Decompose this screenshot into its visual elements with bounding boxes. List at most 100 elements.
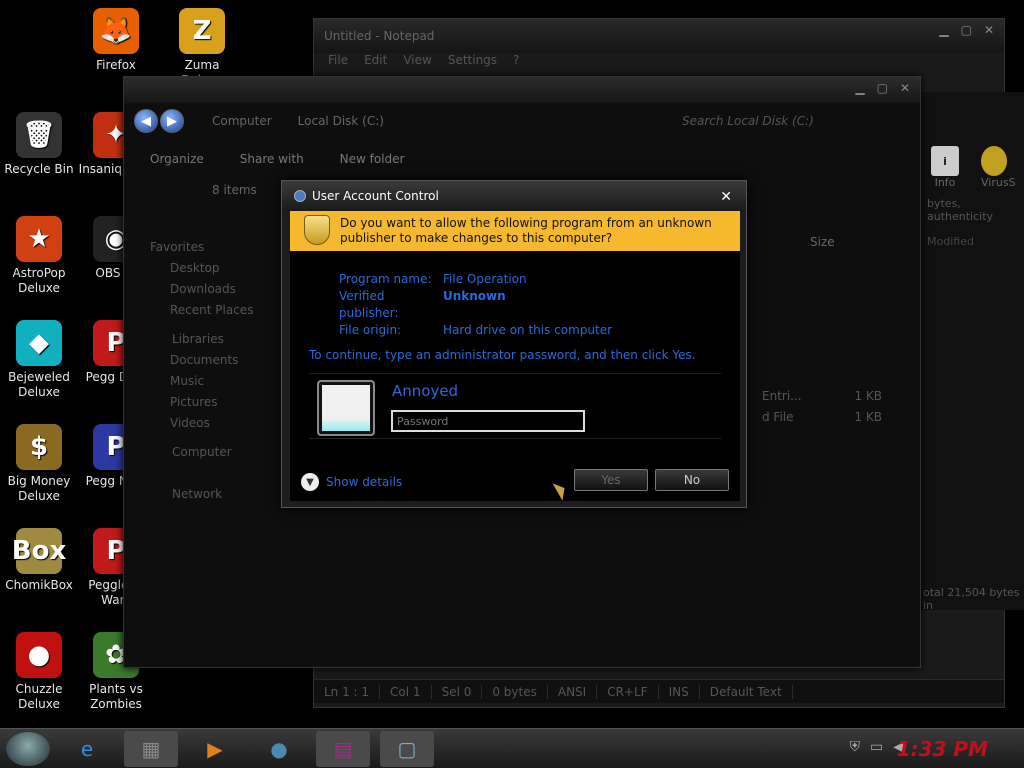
status-field: CR+LF [597,684,659,699]
new-folder-button[interactable]: New folder [340,152,405,166]
nav-videos[interactable]: Videos [150,413,300,434]
detail-value: Unknown [443,289,506,303]
desktop-icon[interactable]: ◆ Bejeweled Deluxe [0,320,78,400]
desktop-icon[interactable]: $ Big Money Deluxe [0,424,78,504]
desktop-icon-label: Plants vs Zombies [89,682,143,711]
chevron-down-icon[interactable]: ▼ [301,473,319,491]
nav-documents[interactable]: Documents [150,350,300,371]
nav-music[interactable]: Music [150,371,300,392]
nav-computer[interactable]: Computer [150,442,300,463]
yes-button[interactable]: Yes [574,469,648,491]
nav-downloads[interactable]: Downloads [150,279,300,300]
menu-item[interactable]: File [328,53,348,73]
monitor-icon[interactable]: ▭ [870,739,883,755]
breadcrumb-local-disk[interactable]: Local Disk (C:) [298,114,384,128]
nav-favorites[interactable]: Favorites [150,237,300,258]
virus-icon[interactable] [981,146,1007,176]
menu-item[interactable]: ? [513,53,519,73]
notepad-statusbar: Ln 1 : 1 Col 1 Sel 00 bytes ANSI CR+LF INS Def… [314,679,1004,703]
no-button[interactable]: No [655,469,729,491]
desktop-icon-label: Recycle Bin [4,162,74,176]
close-icon[interactable]: ✕ [984,23,994,37]
explorer-window-buttons: ▁ ▢ ✕ [855,81,910,95]
minimize-icon[interactable]: ▁ [855,81,864,95]
app-icon: ◆ [16,320,62,366]
internet-explorer-icon[interactable]: e [60,731,114,767]
detail-value: File Operation [443,272,527,286]
app-icon: $ [16,424,62,470]
search-input[interactable]: Search Local Disk (C:) [670,107,910,135]
info-label: Info [934,176,956,189]
close-icon[interactable]: ✕ [900,81,910,95]
nav-recent-places[interactable]: Recent Places [150,300,300,321]
nav-desktop[interactable]: Desktop [150,258,300,279]
username: Annoyed [392,382,459,400]
organize-button[interactable]: Organize [150,152,204,166]
status-field: ANSI [548,684,598,699]
taskbar: e ▦ ▶ ● ▤ ▢ ⛨ ▭ ◀ 1:33 PM [0,728,1024,768]
explorer-titlebar[interactable] [124,77,920,103]
forward-arrow-icon[interactable]: ▶ [160,109,184,133]
credential-tile: Annoyed [309,373,721,439]
back-arrow-icon[interactable]: ◀ [134,109,158,133]
app-icon: Box [12,528,66,574]
shield-icon[interactable]: ⛨ [849,739,860,755]
file-row[interactable]: Entri... 1 KB [762,389,882,410]
file-row[interactable]: d File 1 KB [762,410,882,431]
detail-key: Program name: [339,272,432,286]
status-field: 0 bytes [482,684,548,699]
explorer-taskbar-icon[interactable]: ▦ [124,730,178,767]
uac-body: Program name: File Operation Verified pu… [290,251,740,501]
maximize-icon[interactable]: ▢ [961,23,972,37]
program-details: Program name: File Operation Verified pu… [339,271,612,339]
file-size: 1 KB [854,410,882,424]
show-details-toggle[interactable]: ▼ Show details [301,473,402,491]
notepad-titlebar[interactable]: Untitled - Notepad [314,19,1004,53]
status-field: Col 1 [380,684,432,699]
notepad-taskbar-icon[interactable]: ▢ [380,730,434,767]
detail-key: Verified publisher: [339,289,399,320]
share-with-button[interactable]: Share with [240,152,304,166]
desktop-icon[interactable]: Box ChomikBox [0,528,78,593]
close-icon[interactable]: ✕ [720,189,732,205]
desktop-icon-label: Big Money Deluxe [7,474,71,503]
desktop-icon-label: Firefox [96,58,136,72]
start-button[interactable] [6,731,50,766]
desktop-icon[interactable]: ● Chuzzle Deluxe [0,632,78,712]
file-size: 1 KB [854,389,882,403]
detail-key: File origin: [339,323,402,337]
winrar-icon[interactable]: ▤ [316,730,370,767]
app-icon: Z [179,8,225,54]
status-field: Default Text [700,684,793,699]
menu-item[interactable]: Settings [448,53,497,73]
menu-item[interactable]: View [403,53,431,73]
size-column-header[interactable]: Size [810,235,835,249]
menu-item[interactable]: Edit [364,53,387,73]
desktop-icon-label: ChomikBox [5,578,73,592]
nav-pictures[interactable]: Pictures [150,392,300,413]
desktop-icon[interactable]: ★ AstroPop Deluxe [0,216,78,296]
nav-libraries[interactable]: Libraries [150,329,300,350]
side-window[interactable]: i Info VirusS bytes, authenticity Modifi… [920,92,1024,612]
media-player-icon[interactable]: ▶ [188,731,242,767]
side-window-info: bytes, authenticity [927,197,994,223]
info-icon[interactable]: i [931,146,959,176]
globe-icon[interactable]: ● [252,731,306,767]
nav-network[interactable]: Network [150,484,300,505]
maximize-icon[interactable]: ▢ [877,81,888,95]
app-icon: 🦊 [93,8,139,54]
desktop-icon[interactable]: 🦊 Firefox [77,8,155,73]
minimize-icon[interactable]: ▁ [939,23,948,37]
desktop-icon[interactable]: 🗑 Recycle Bin [0,112,78,177]
notepad-title: Untitled - Notepad [324,29,435,43]
clock[interactable]: 1:33 PM [897,737,988,761]
uac-titlebar[interactable]: User Account Control [282,181,746,211]
breadcrumb-computer[interactable]: Computer [212,114,272,128]
continue-instruction: To continue, type an administrator passw… [309,348,696,362]
uac-dialog[interactable]: User Account Control ✕ Do you want to al… [281,180,747,508]
desktop-icon-label: AstroPop Deluxe [12,266,66,295]
app-icon: ★ [16,216,62,262]
file-type: d File [762,410,794,424]
password-field[interactable] [391,410,585,432]
status-field: Ln 1 : 1 [314,684,381,699]
